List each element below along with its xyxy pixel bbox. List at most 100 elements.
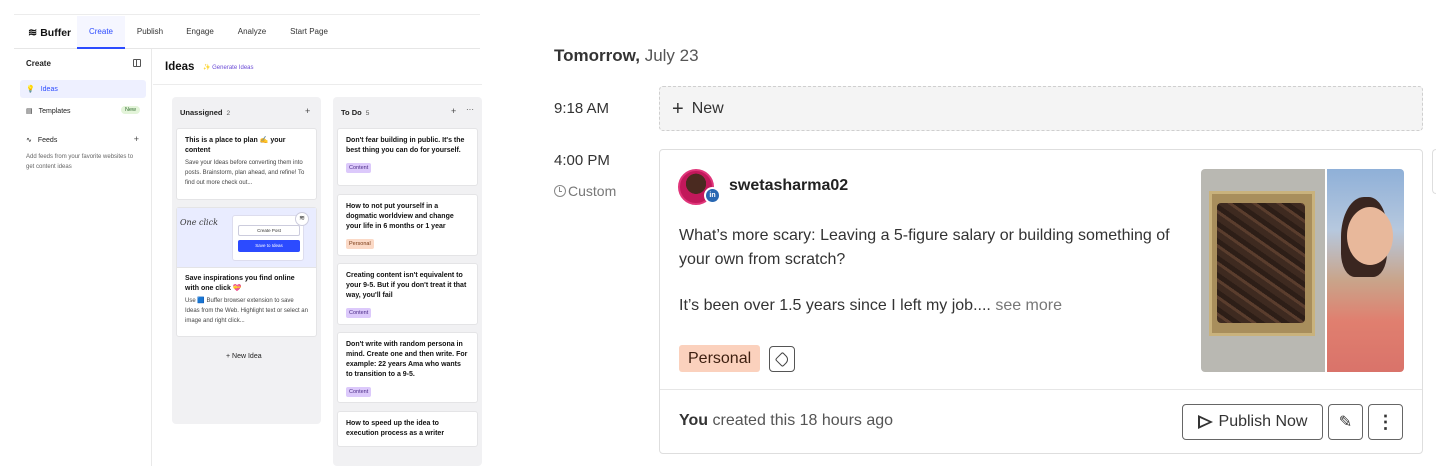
idea-card[interactable]: How to speed up the idea to execution pr… [337, 411, 478, 447]
generate-ideas-button[interactable]: ✨ Generate Ideas [203, 64, 254, 71]
card-body: Save your Ideas before converting them i… [185, 160, 305, 186]
new-post-slot[interactable]: + New [659, 86, 1423, 131]
sidebar-item-ideas[interactable]: 💡 Ideas [20, 80, 146, 98]
buffer-logo-icon: ≋ [28, 27, 38, 39]
brand-name: Buffer [40, 26, 72, 39]
tab-engage[interactable]: Engage [180, 16, 220, 49]
new-idea-button[interactable]: + New Idea [226, 353, 262, 360]
more-vertical-icon: ⋮ [1376, 411, 1395, 432]
queue-panel: Tomorrow, July 23 9:18 AM + New 4:00 PM … [482, 0, 1436, 466]
see-more-link[interactable]: see more [995, 297, 1062, 314]
sidebar-item-label: Ideas [40, 85, 58, 93]
publish-now-button[interactable]: Publish Now [1182, 404, 1323, 440]
column-header: To Do 5 [341, 108, 369, 117]
save-to-ideas-preview: Save to Ideas [238, 240, 300, 252]
new-label: New [691, 99, 724, 117]
buffer-stack-icon: ≋ [295, 212, 309, 226]
generate-ideas-label: Generate Ideas [212, 65, 254, 71]
day-heading: Tomorrow, July 23 [554, 46, 699, 66]
column-title: To Do [341, 108, 362, 117]
post-image-portrait[interactable] [1327, 169, 1404, 372]
divider [660, 389, 1422, 390]
sidebar-item-label: Feeds [37, 136, 58, 144]
add-feed-button[interactable]: + [134, 134, 139, 144]
top-nav: ≋ Buffer Create Publish Engage Analyze S… [14, 16, 480, 49]
sidebar-item-label: Templates [38, 107, 71, 115]
idea-card[interactable]: Creating content isn't equivalent to you… [337, 263, 478, 325]
extension-preview: Create Post Save to Ideas ≋ [232, 212, 309, 261]
custom-label: Custom [568, 183, 617, 199]
add-idea-button[interactable]: + [305, 106, 310, 116]
column-unassigned: Unassigned 2 + This is a place to plan ✍ … [172, 97, 321, 424]
ideas-board: Ideas ✨ Generate Ideas Unassigned 2 + Thi… [153, 49, 482, 466]
tab-start-page[interactable]: Start Page [285, 16, 333, 49]
slot-time: 9:18 AM [554, 100, 610, 117]
tag-personal: Personal [346, 239, 374, 249]
day-label: Tomorrow, [554, 46, 640, 65]
card-title: Don't fear building in public. It's the … [346, 137, 465, 154]
sidebar-item-templates[interactable]: ▤ Templates New [20, 102, 146, 120]
card-body: Use 🟦 Buffer browser extension to save I… [185, 298, 308, 324]
idea-card[interactable]: This is a place to plan ✍ your content S… [176, 128, 317, 200]
tab-analyze[interactable]: Analyze [231, 16, 273, 49]
tag-content: Content [346, 163, 372, 173]
column-to-do: To Do 5 + ··· Don't fear building in publ… [333, 97, 482, 466]
page-title: Ideas [165, 61, 195, 73]
add-idea-button[interactable]: + [451, 106, 456, 116]
post-text-excerpt: It’s been over 1.5 years since I left my… [679, 297, 991, 314]
rss-icon: ∿ [26, 137, 32, 144]
extension-promo-image: One click Create Post Save to Ideas ≋ [177, 208, 316, 268]
card-title: This is a place to plan ✍ your content [185, 137, 286, 154]
tab-create[interactable]: Create [77, 16, 125, 49]
feeds-description: Add feeds from your favorite websites to… [26, 154, 134, 170]
created-text: created this 18 hours ago [712, 412, 894, 429]
publish-now-label: Publish Now [1218, 413, 1308, 430]
username: swetasharma02 [729, 177, 849, 194]
buffer-logo[interactable]: ≋ Buffer [28, 26, 72, 40]
card-title: Save inspirations you find online with o… [185, 275, 295, 292]
card-title: How to not put yourself in a dogmatic wo… [346, 203, 454, 230]
create-post-preview: Create Post [238, 225, 300, 236]
more-options-button[interactable]: ⋮ [1368, 404, 1403, 440]
idea-card[interactable]: Don't write with random persona in mind.… [337, 332, 478, 403]
send-icon [1197, 415, 1213, 429]
image-face [1347, 207, 1393, 265]
custom-time-label: Custom [554, 183, 616, 199]
divider [14, 14, 480, 15]
sidebar-heading: Create [26, 59, 51, 68]
create-sidebar: Create 💡 Ideas ▤ Templates New ∿ Feeds +… [14, 49, 152, 466]
sidebar-item-feeds[interactable]: ∿ Feeds [20, 131, 146, 149]
tag-personal[interactable]: Personal [679, 345, 761, 372]
post-text: What’s more scary: Leaving a 5-figure sa… [679, 227, 1170, 268]
card-title: How to speed up the idea to execution pr… [346, 420, 445, 437]
edit-button[interactable]: ✎ [1328, 404, 1363, 440]
linkedin-icon: in [704, 187, 721, 204]
tag-icon [774, 351, 790, 367]
column-more-icon[interactable]: ··· [466, 105, 474, 114]
tag-content: Content [346, 308, 372, 318]
new-badge: New [120, 106, 140, 114]
column-count: 2 [226, 110, 231, 117]
next-card-edge [1432, 149, 1436, 194]
created-by: You [679, 412, 709, 429]
column-title: Unassigned [180, 108, 223, 117]
template-icon: ▤ [26, 108, 33, 115]
collapse-sidebar-icon[interactable] [133, 59, 141, 67]
idea-card[interactable]: Don't fear building in public. It's the … [337, 128, 478, 186]
idea-card[interactable]: How to not put yourself in a dogmatic wo… [337, 194, 478, 256]
add-tag-button[interactable] [769, 346, 795, 372]
plus-icon: + [672, 97, 684, 120]
post-text-continued: It’s been over 1.5 years since I left my… [679, 294, 1179, 318]
column-header: Unassigned 2 [180, 108, 230, 117]
buffer-app-panel: ≋ Buffer Create Publish Engage Analyze S… [0, 0, 482, 466]
post-image-chocolate[interactable] [1201, 169, 1325, 372]
divider [153, 84, 482, 85]
one-click-label: One click [180, 218, 218, 227]
tab-publish[interactable]: Publish [130, 16, 170, 49]
pencil-icon: ✎ [1338, 414, 1353, 431]
card-title: Don't write with random persona in mind.… [346, 341, 468, 378]
tag-content: Content [346, 387, 372, 397]
day-date: July 23 [644, 46, 699, 65]
idea-card[interactable]: One click Create Post Save to Ideas ≋ Sa… [176, 207, 317, 337]
lightbulb-icon: 💡 [26, 86, 35, 93]
